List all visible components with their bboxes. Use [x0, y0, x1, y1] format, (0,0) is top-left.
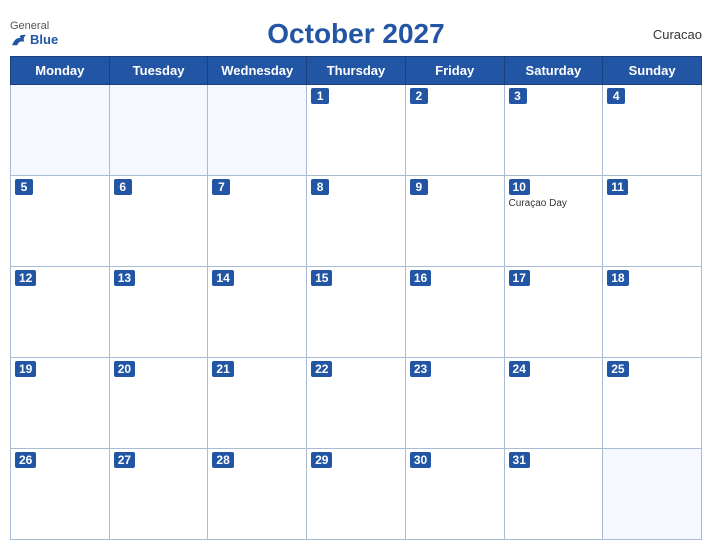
- page-title: October 2027: [267, 18, 444, 50]
- calendar-cell: 5: [11, 176, 110, 267]
- calendar-cell: 20: [109, 358, 208, 449]
- day-number: 13: [114, 270, 135, 286]
- calendar-cell: [208, 85, 307, 176]
- day-number: 2: [410, 88, 428, 104]
- calendar-cell: 3: [504, 85, 603, 176]
- calendar-header-thursday: Thursday: [307, 57, 406, 85]
- region-label: Curacao: [653, 27, 702, 42]
- day-number: 4: [607, 88, 625, 104]
- calendar-header-sunday: Sunday: [603, 57, 702, 85]
- calendar-cell: 19: [11, 358, 110, 449]
- calendar-cell: 23: [405, 358, 504, 449]
- calendar-cell: [109, 85, 208, 176]
- day-number: 26: [15, 452, 36, 468]
- calendar-cell: 12: [11, 267, 110, 358]
- calendar-header-row: MondayTuesdayWednesdayThursdayFridaySatu…: [11, 57, 702, 85]
- calendar-cell: 16: [405, 267, 504, 358]
- day-number: 27: [114, 452, 135, 468]
- day-number: 15: [311, 270, 332, 286]
- calendar-cell: 31: [504, 449, 603, 540]
- logo-blue-text: Blue: [10, 32, 58, 47]
- calendar-cell: 9: [405, 176, 504, 267]
- calendar-cell: 4: [603, 85, 702, 176]
- day-number: 21: [212, 361, 233, 377]
- day-number: 19: [15, 361, 36, 377]
- calendar-cell: 14: [208, 267, 307, 358]
- calendar-week-5: 26 27 28 29 30 31: [11, 449, 702, 540]
- day-number: 5: [15, 179, 33, 195]
- calendar-header-monday: Monday: [11, 57, 110, 85]
- calendar-cell: 30: [405, 449, 504, 540]
- day-number: 8: [311, 179, 329, 195]
- day-number: 3: [509, 88, 527, 104]
- calendar-cell: 21: [208, 358, 307, 449]
- calendar-cell: 26: [11, 449, 110, 540]
- calendar-cell: 6: [109, 176, 208, 267]
- calendar-cell: 10 Curaçao Day: [504, 176, 603, 267]
- day-number: 1: [311, 88, 329, 104]
- day-number: 10: [509, 179, 530, 195]
- calendar-table: MondayTuesdayWednesdayThursdayFridaySatu…: [10, 56, 702, 540]
- logo-general-text: General: [10, 21, 49, 32]
- calendar-cell: 29: [307, 449, 406, 540]
- calendar-cell: 27: [109, 449, 208, 540]
- calendar-header-saturday: Saturday: [504, 57, 603, 85]
- calendar-header-friday: Friday: [405, 57, 504, 85]
- day-number: 24: [509, 361, 530, 377]
- calendar-cell: [11, 85, 110, 176]
- day-number: 23: [410, 361, 431, 377]
- calendar-cell: 17: [504, 267, 603, 358]
- logo-bird-icon: [10, 33, 28, 47]
- day-number: 14: [212, 270, 233, 286]
- day-number: 22: [311, 361, 332, 377]
- event-label: Curaçao Day: [509, 198, 599, 209]
- day-number: 20: [114, 361, 135, 377]
- calendar-cell: 8: [307, 176, 406, 267]
- calendar-cell: 24: [504, 358, 603, 449]
- day-number: 6: [114, 179, 132, 195]
- calendar-cell: 7: [208, 176, 307, 267]
- calendar-cell: 11: [603, 176, 702, 267]
- day-number: 17: [509, 270, 530, 286]
- calendar-cell: [603, 449, 702, 540]
- day-number: 25: [607, 361, 628, 377]
- calendar-cell: 1: [307, 85, 406, 176]
- calendar-cell: 15: [307, 267, 406, 358]
- calendar-cell: 13: [109, 267, 208, 358]
- day-number: 30: [410, 452, 431, 468]
- calendar-week-4: 19 20 21 22 23 24 25: [11, 358, 702, 449]
- calendar-week-2: 5 6 7 8 9 10 Curaçao Day 11: [11, 176, 702, 267]
- calendar-header-wednesday: Wednesday: [208, 57, 307, 85]
- calendar-cell: 28: [208, 449, 307, 540]
- day-number: 9: [410, 179, 428, 195]
- calendar-week-1: 1 2 3 4: [11, 85, 702, 176]
- calendar-cell: 2: [405, 85, 504, 176]
- calendar-header-tuesday: Tuesday: [109, 57, 208, 85]
- day-number: 7: [212, 179, 230, 195]
- calendar-cell: 25: [603, 358, 702, 449]
- day-number: 28: [212, 452, 233, 468]
- calendar-week-3: 12 13 14 15 16 17 18: [11, 267, 702, 358]
- day-number: 12: [15, 270, 36, 286]
- logo: General Blue: [10, 21, 58, 47]
- day-number: 11: [607, 179, 628, 195]
- day-number: 31: [509, 452, 530, 468]
- calendar-cell: 18: [603, 267, 702, 358]
- day-number: 29: [311, 452, 332, 468]
- day-number: 18: [607, 270, 628, 286]
- page-header: General Blue October 2027 Curacao: [10, 10, 702, 56]
- day-number: 16: [410, 270, 431, 286]
- calendar-cell: 22: [307, 358, 406, 449]
